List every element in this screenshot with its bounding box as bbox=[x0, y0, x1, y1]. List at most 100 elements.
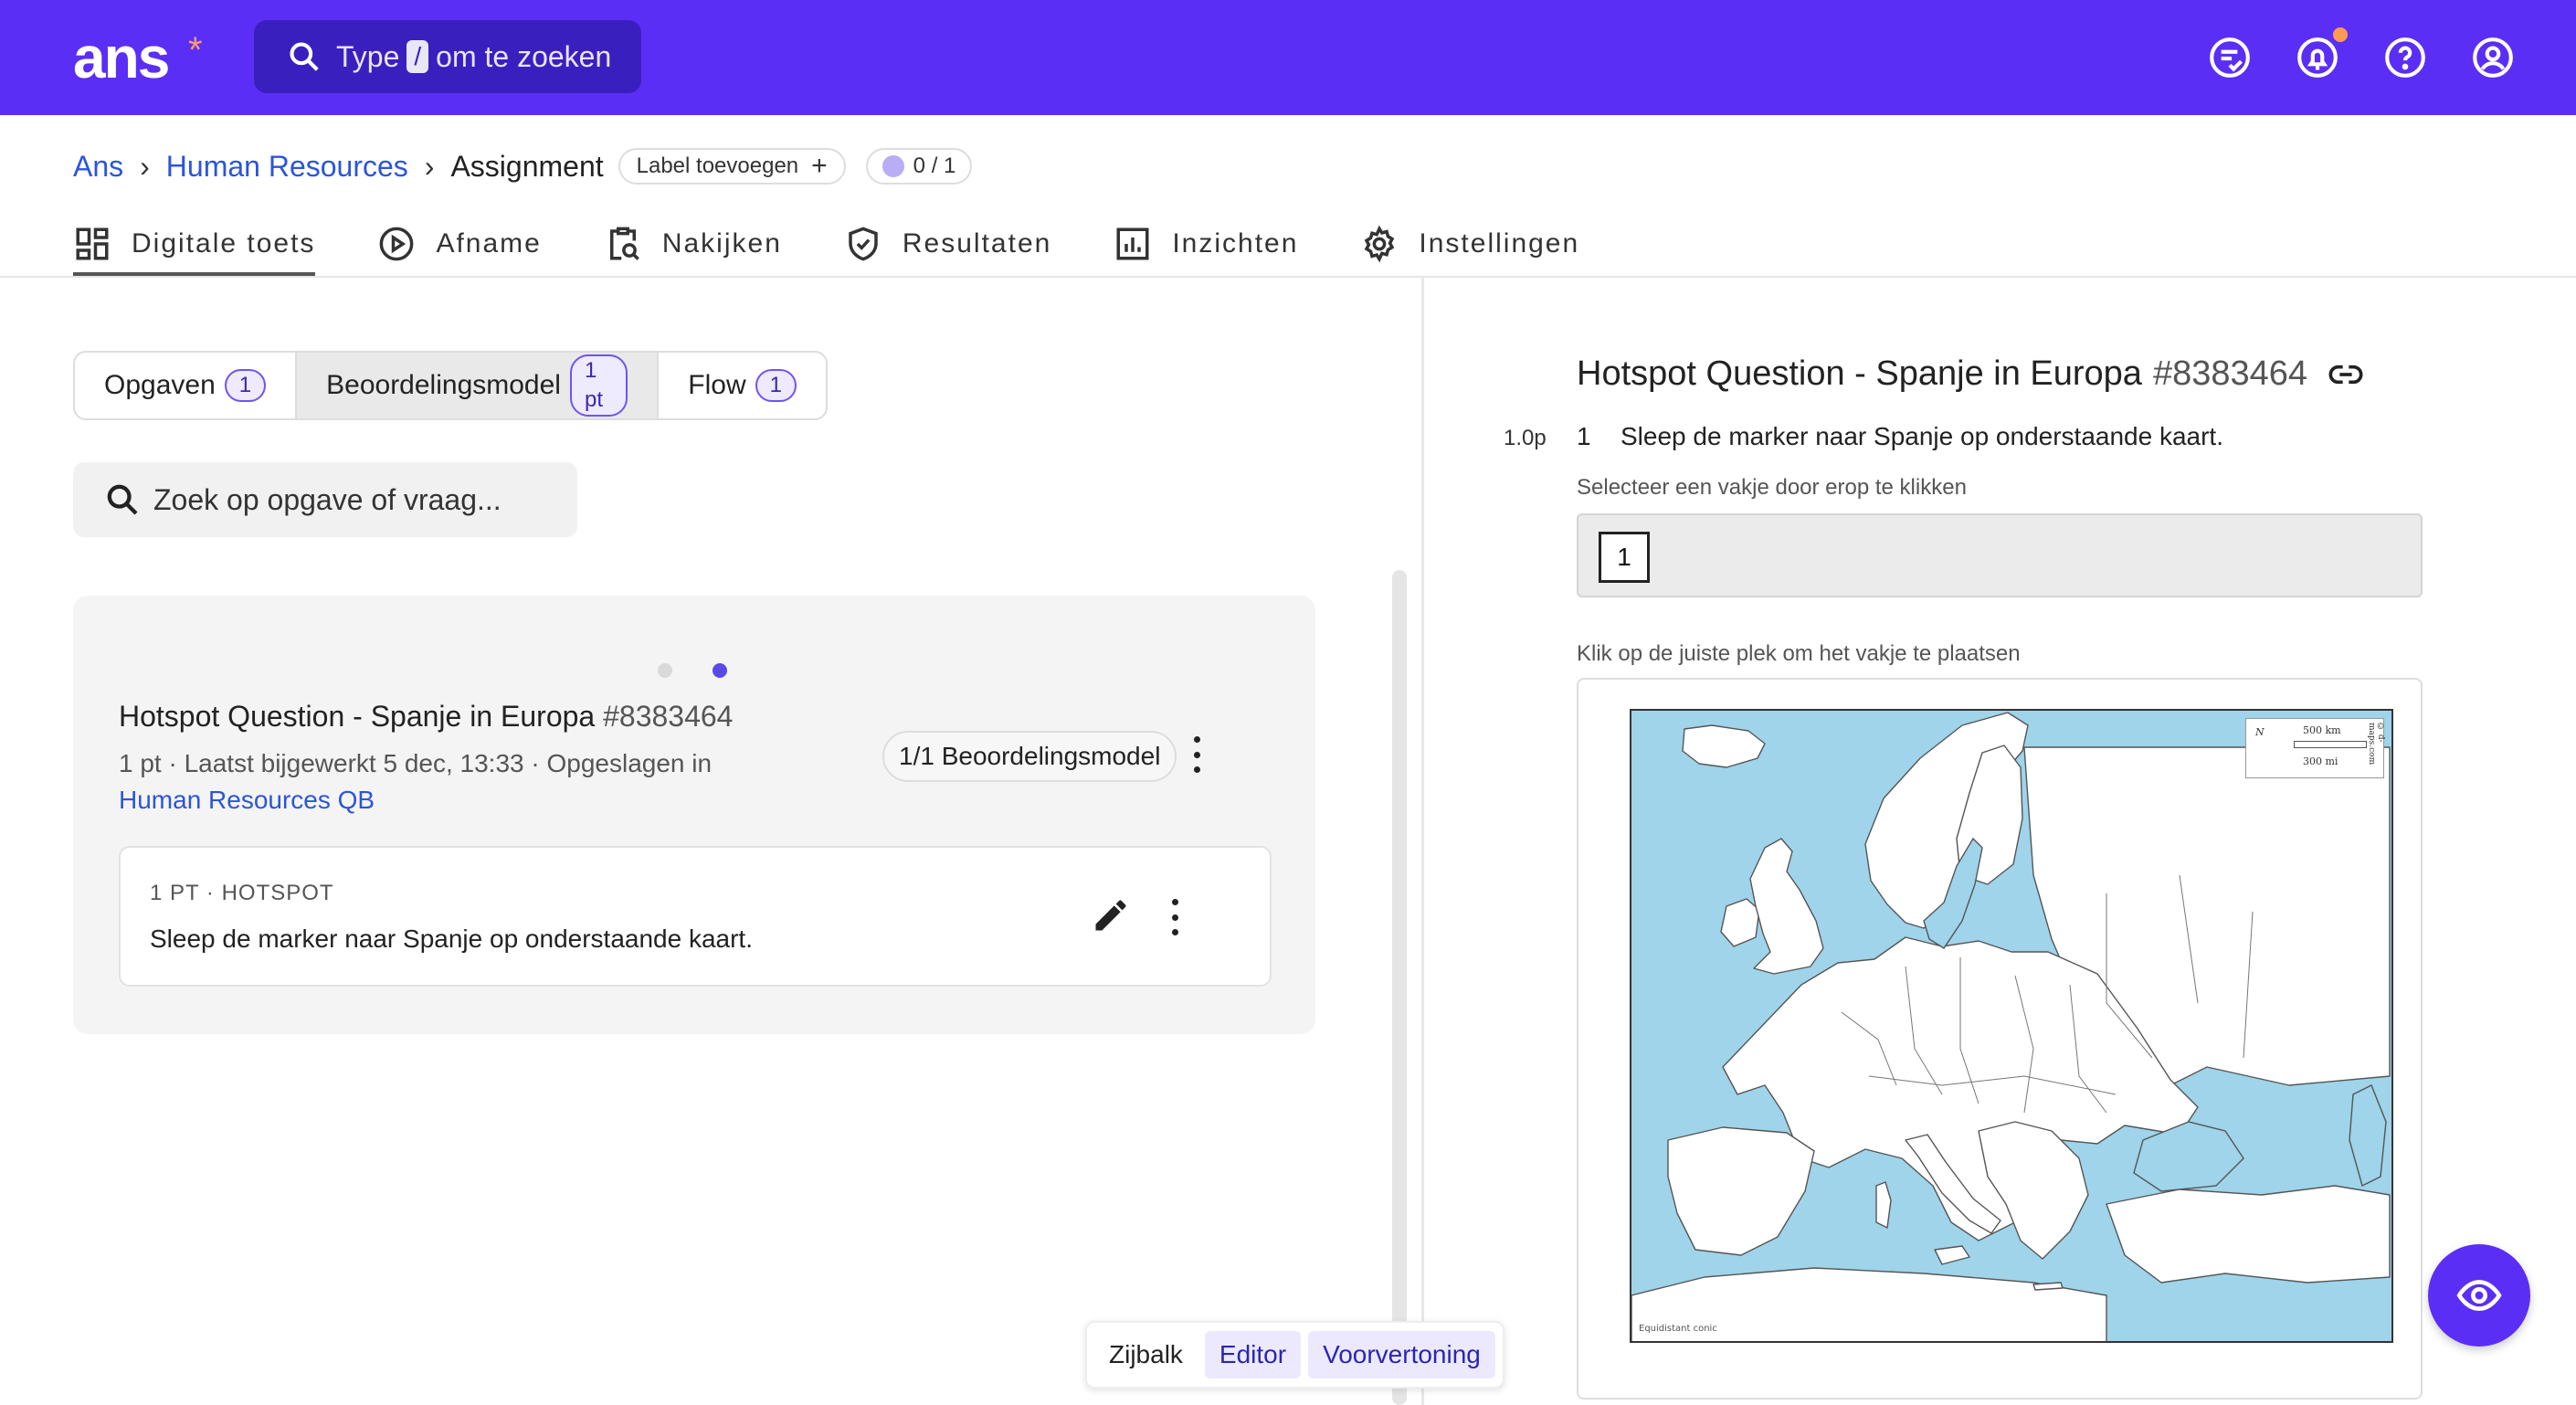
breadcrumb-human-resources[interactable]: Human Resources bbox=[166, 150, 408, 184]
notifications-icon[interactable] bbox=[2295, 35, 2340, 80]
scale-km: 500 km bbox=[2303, 724, 2341, 736]
progress-chip[interactable]: 0 / 1 bbox=[865, 148, 973, 185]
feedback-icon[interactable] bbox=[2207, 35, 2253, 80]
bar-chart-icon bbox=[1116, 227, 1149, 260]
tabs-divider bbox=[0, 276, 2576, 278]
top-bar: ans * Type / om te zoeken bbox=[0, 0, 2576, 115]
user-account-icon[interactable] bbox=[2470, 35, 2516, 80]
tab-digitale-toets[interactable]: Digitale toets bbox=[73, 214, 316, 276]
map-scale-legend: N 500 km 300 mi © d-maps.com bbox=[2245, 718, 2385, 778]
select-hint: Selecteer een vakje door erop te klikken bbox=[1577, 475, 1967, 500]
pager-dot[interactable] bbox=[658, 663, 672, 678]
marker-tray: 1 bbox=[1577, 513, 2423, 597]
view-toggle: Zijbalk Editor Voorvertoning bbox=[1085, 1321, 1504, 1389]
beoordelingsmodel-chip[interactable]: 1/1 Beoordelingsmodel bbox=[882, 731, 1177, 782]
segment-label: Opgaven bbox=[104, 370, 216, 400]
tab-label: Digitale toets bbox=[132, 228, 316, 259]
map-projection: Equidistant conic bbox=[1639, 1324, 1717, 1334]
edit-pencil-icon[interactable] bbox=[1091, 895, 1131, 935]
panel-divider[interactable] bbox=[1421, 278, 1424, 1405]
notification-dot bbox=[2333, 27, 2348, 42]
plus-icon: + bbox=[811, 151, 828, 181]
card-pager bbox=[658, 663, 767, 678]
zijbalk-button[interactable]: Zijbalk bbox=[1094, 1331, 1198, 1379]
segment-beoordelingsmodel[interactable]: Beoordelingsmodel 1 pt bbox=[297, 353, 660, 418]
help-icon[interactable] bbox=[2382, 35, 2428, 80]
preview-button[interactable]: Voorvertoning bbox=[1308, 1331, 1495, 1379]
europe-map-image bbox=[1631, 712, 2391, 1341]
add-label-button[interactable]: Label toevoegen + bbox=[618, 148, 846, 185]
tab-label: Resultaten bbox=[902, 228, 1052, 259]
segment-label: Beoordelingsmodel bbox=[326, 370, 561, 400]
tab-afname[interactable]: Afname bbox=[377, 214, 541, 274]
segment-opgaven[interactable]: Opgaven 1 bbox=[75, 353, 298, 418]
progress-text: 0 / 1 bbox=[913, 153, 956, 178]
count-badge: 1 bbox=[755, 369, 797, 402]
main-tabs: Digitale toets Afname Nakijken Resultate… bbox=[73, 214, 1642, 278]
question-bank-link[interactable]: Human Resources QB bbox=[119, 786, 375, 814]
scale-mi: 300 mi bbox=[2303, 755, 2338, 767]
europe-map[interactable]: N 500 km 300 mi © d-maps.com Equidistant… bbox=[1630, 709, 2393, 1343]
black-sea-shape bbox=[2133, 1121, 2244, 1192]
shield-check-icon bbox=[849, 227, 878, 261]
question-points: 1.0p bbox=[1504, 426, 1547, 450]
tab-label: Instellingen bbox=[1419, 228, 1580, 259]
global-search[interactable]: Type / om te zoeken bbox=[254, 20, 641, 93]
question-title[interactable]: Hotspot Question - Spanje in Europa #838… bbox=[119, 700, 733, 734]
tab-instellingen[interactable]: Instellingen bbox=[1360, 214, 1579, 274]
search-prefix: Type bbox=[336, 39, 400, 73]
sicily-shape bbox=[1934, 1245, 1970, 1265]
count-badge: 1 bbox=[224, 369, 267, 402]
sub-question-text: Sleep de marker naar Spanje op onderstaa… bbox=[150, 924, 753, 953]
play-icon bbox=[380, 227, 414, 261]
scale-bar bbox=[2294, 741, 2367, 748]
place-hint: Klik op de juiste plek om het vakje te p… bbox=[1577, 641, 2021, 666]
tab-inzichten[interactable]: Inzichten bbox=[1114, 214, 1298, 274]
tab-label: Inzichten bbox=[1172, 228, 1299, 259]
segment-label: Flow bbox=[688, 370, 746, 400]
eye-icon bbox=[2456, 1280, 2502, 1311]
question-search-input[interactable]: Zoek op opgave of vraag... bbox=[73, 462, 577, 537]
question-meta-text: 1 pt · Laatst bijgewerkt 5 dec, 13:33 · … bbox=[119, 749, 713, 777]
turkey-shape bbox=[2106, 1185, 2391, 1284]
more-options-icon[interactable] bbox=[1169, 899, 1180, 935]
breadcrumb-current: Assignment bbox=[450, 149, 604, 183]
scrollbar[interactable] bbox=[1392, 570, 1407, 1405]
search-icon bbox=[107, 484, 138, 515]
progress-dot-icon bbox=[882, 155, 904, 177]
search-suffix: om te zoeken bbox=[436, 39, 612, 73]
great-britain-shape bbox=[1749, 838, 1824, 975]
draggable-marker[interactable]: 1 bbox=[1599, 532, 1650, 583]
count-badge: 1 pt bbox=[569, 354, 628, 417]
pager-dot-active[interactable] bbox=[713, 663, 727, 678]
editor-button[interactable]: Editor bbox=[1204, 1331, 1302, 1379]
segment-flow[interactable]: Flow 1 bbox=[659, 353, 826, 418]
caspian-sea-shape bbox=[2349, 1084, 2387, 1188]
ans-logo[interactable]: ans * bbox=[73, 26, 203, 90]
tab-nakijken[interactable]: Nakijken bbox=[604, 214, 782, 274]
add-label-text: Label toevoegen bbox=[636, 153, 799, 178]
corsica-sardinia-shape bbox=[1875, 1181, 1892, 1229]
more-options-icon[interactable] bbox=[1191, 736, 1202, 773]
gear-icon bbox=[1365, 225, 1395, 263]
crete-shape bbox=[2032, 1282, 2064, 1291]
search-placeholder: Zoek op opgave of vraag... bbox=[153, 482, 501, 516]
preview-eye-button[interactable] bbox=[2428, 1244, 2530, 1347]
search-icon bbox=[290, 42, 319, 71]
map-source: © d-maps.com bbox=[2367, 723, 2385, 766]
chevron-right-icon: › bbox=[424, 149, 435, 183]
preview-title-text: Hotspot Question - Spanje in Europa bbox=[1577, 354, 2142, 393]
question-meta: 1 pt · Laatst bijgewerkt 5 dec, 13:33 · … bbox=[119, 745, 776, 819]
question-number: 1 bbox=[1577, 422, 1591, 450]
link-icon[interactable] bbox=[2328, 356, 2364, 393]
preview-question-id: #8383464 bbox=[2152, 354, 2308, 393]
breadcrumb-ans[interactable]: Ans bbox=[73, 150, 123, 184]
tab-label: Afname bbox=[436, 228, 542, 259]
ireland-shape bbox=[1720, 898, 1760, 947]
iceland-shape bbox=[1682, 724, 1766, 768]
tab-resultaten[interactable]: Resultaten bbox=[844, 214, 1051, 274]
search-shortcut-key: / bbox=[406, 40, 429, 73]
north-label: N bbox=[2255, 726, 2265, 738]
logo-asterisk: * bbox=[188, 30, 203, 70]
sub-question-item: 1 PT · HOTSPOT Sleep de marker naar Span… bbox=[119, 846, 1272, 987]
